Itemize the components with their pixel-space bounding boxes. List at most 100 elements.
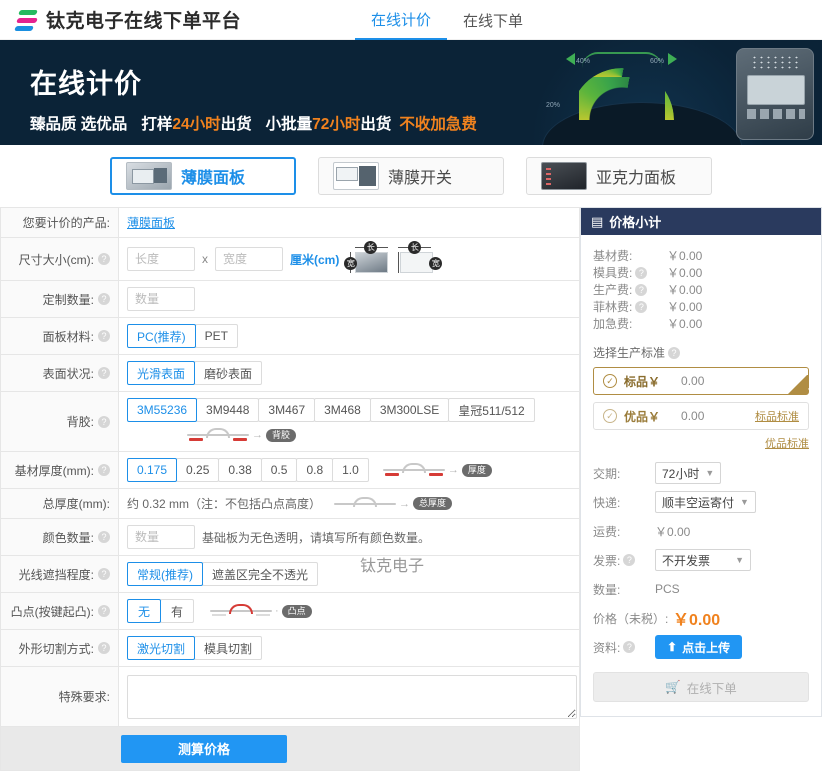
material-option-pet[interactable]: PET bbox=[194, 324, 239, 348]
label-cutting: 外形切割方式: ? bbox=[1, 630, 119, 666]
standard-option-standard[interactable]: ✓ 标品￥ 0.00 bbox=[593, 367, 809, 395]
lead-time-select[interactable]: 72小时 ▼ bbox=[655, 462, 722, 484]
help-icon-film-fee[interactable]: ? bbox=[635, 300, 648, 313]
fee-amount-mold: ￥0.00 bbox=[667, 266, 703, 280]
help-icon-color-count[interactable]: ? bbox=[98, 531, 110, 543]
product-link[interactable]: 薄膜面板 bbox=[127, 214, 175, 231]
special-requirements-textarea[interactable] bbox=[127, 674, 577, 719]
quantity-input[interactable] bbox=[127, 287, 195, 311]
premium-spec-link[interactable]: 优品标准 bbox=[765, 438, 809, 450]
label-upload: 资料: ? bbox=[593, 639, 655, 656]
check-circle-icon: ✓ bbox=[603, 409, 617, 423]
membrane-panel-icon bbox=[126, 162, 172, 190]
hero-banner: 40% 60% 20% 在线计价 臻品质 选优品 打样24小时出货 小批量72小时出… bbox=[0, 40, 822, 145]
diagram-arrow-icon: → bbox=[447, 464, 459, 476]
help-icon-size[interactable]: ? bbox=[98, 253, 110, 265]
banner-sub-batch-pre: 小批量 bbox=[265, 116, 313, 133]
thickness-option-0175[interactable]: 0.175 bbox=[127, 458, 178, 482]
help-icon-invoice[interactable]: ? bbox=[623, 554, 636, 566]
product-tab-acrylic-panel[interactable]: 亚克力面板 bbox=[526, 157, 712, 195]
logo-icon bbox=[13, 7, 40, 33]
standard-spec-link[interactable]: 标品标准 bbox=[755, 408, 799, 424]
adhesive-option-3m467[interactable]: 3M467 bbox=[258, 398, 316, 422]
standard-amount: 0.00 bbox=[681, 374, 705, 388]
adhesive-option-3m9448[interactable]: 3M9448 bbox=[196, 398, 260, 422]
product-tab-membrane-panel[interactable]: 薄膜面板 bbox=[110, 157, 296, 195]
help-icon-emboss[interactable]: ? bbox=[98, 605, 110, 617]
adhesive-option-3m468[interactable]: 3M468 bbox=[314, 398, 371, 422]
help-icon-adhesive[interactable]: ? bbox=[98, 415, 110, 428]
fee-label-rush: 加急费: bbox=[593, 317, 633, 331]
label-lead-time: 交期: bbox=[593, 466, 621, 481]
upload-button[interactable]: ⬆ 点击上传 bbox=[655, 635, 743, 659]
premium-spec-link-row: 优品标准 bbox=[593, 435, 809, 451]
fee-row-film: 菲林费: ? ￥0.00 bbox=[593, 298, 809, 315]
standard-amount: 0.00 bbox=[681, 409, 705, 423]
cutting-option-laser[interactable]: 激光切割 bbox=[127, 636, 196, 660]
chevron-down-icon: ▼ bbox=[705, 468, 715, 478]
material-options: PC(推荐) PET bbox=[127, 324, 239, 348]
label-total-thickness: 总厚度(mm): bbox=[1, 489, 119, 518]
nav-item-online-quote[interactable]: 在线计价 bbox=[355, 0, 448, 40]
banner-sub-24h: 24小时 bbox=[172, 116, 221, 133]
color-count-input[interactable] bbox=[127, 525, 195, 549]
length-input[interactable] bbox=[127, 247, 195, 271]
emboss-option-none[interactable]: 无 bbox=[127, 599, 161, 623]
option-row-quantity: 数量: PCS bbox=[593, 576, 809, 602]
help-icon-surface[interactable]: ? bbox=[98, 367, 110, 379]
help-icon-quantity[interactable]: ? bbox=[98, 293, 110, 305]
adhesive-option-3m55236[interactable]: 3M55236 bbox=[127, 398, 198, 422]
form-row-quantity: 定制数量: ? bbox=[1, 281, 579, 318]
adhesive-option-3m300lse[interactable]: 3M300LSE bbox=[369, 398, 450, 422]
help-icon-upload[interactable]: ? bbox=[623, 641, 636, 653]
thickness-option-10[interactable]: 1.0 bbox=[332, 458, 369, 482]
shipping-method-select[interactable]: 顺丰空运寄付 ▼ bbox=[655, 491, 756, 513]
label-base-thickness-text: 基材厚度(mm): bbox=[14, 463, 94, 478]
shipping-fee-value: ￥0.00 bbox=[655, 524, 691, 539]
help-icon-base-thickness[interactable]: ? bbox=[98, 464, 110, 476]
fee-row-material: 基材费: ￥0.00 bbox=[593, 247, 809, 264]
invoice-select[interactable]: 不开发票 ▼ bbox=[655, 549, 751, 571]
label-light-blocking-text: 光线遮挡程度: bbox=[18, 567, 94, 582]
standard-option-premium[interactable]: ✓ 优品￥ 0.00 标品标准 bbox=[593, 402, 809, 430]
light-option-normal[interactable]: 常规(推荐) bbox=[127, 562, 203, 586]
help-icon-light-blocking[interactable]: ? bbox=[98, 568, 110, 580]
size-unit-label: 厘米(cm) bbox=[290, 252, 340, 267]
fee-row-rush: 加急费: ￥0.00 bbox=[593, 315, 809, 332]
fee-amount-rush: ￥0.00 bbox=[667, 317, 703, 331]
dimension-diagram-switch: 长 宽 bbox=[396, 241, 443, 274]
production-standard-title: 选择生产标准 ? bbox=[593, 344, 809, 361]
width-input[interactable] bbox=[215, 247, 283, 271]
calculate-price-button[interactable]: 测算价格 bbox=[121, 734, 287, 763]
total-thickness-diagram: → 总厚度 bbox=[334, 496, 453, 512]
cutting-option-die[interactable]: 模具切割 bbox=[194, 636, 263, 660]
acrylic-panel-icon bbox=[541, 162, 587, 190]
help-icon-production-fee[interactable]: ? bbox=[635, 283, 648, 296]
price-summary-column: ▤ 价格小计 基材费: ￥0.00 模具费: ? ￥0.00 生产费: ? ￥0… bbox=[580, 207, 822, 771]
place-order-label: 在线下单 bbox=[686, 681, 737, 696]
product-tab-membrane-switch[interactable]: 薄膜开关 bbox=[318, 157, 504, 195]
adhesive-option-crown511[interactable]: 皇冠511/512 bbox=[448, 398, 535, 422]
label-material: 面板材料: ? bbox=[1, 318, 119, 354]
form-row-color-count: 颜色数量: ? 基础板为无色透明，请填写所有颜色数量。 bbox=[1, 519, 579, 556]
emboss-option-yes[interactable]: 有 bbox=[160, 599, 194, 623]
label-color-count-text: 颜色数量: bbox=[42, 530, 94, 545]
label-emboss-text: 凸点(按键起凸): bbox=[10, 604, 94, 619]
surface-option-glossy[interactable]: 光滑表面 bbox=[127, 361, 196, 385]
thickness-option-08[interactable]: 0.8 bbox=[296, 458, 334, 482]
help-icon-production-standard[interactable]: ? bbox=[668, 346, 681, 359]
nav-item-online-order[interactable]: 在线下单 bbox=[447, 0, 539, 40]
thickness-option-038[interactable]: 0.38 bbox=[218, 458, 262, 482]
label-product: 您要计价的产品: bbox=[1, 208, 119, 237]
thickness-option-025[interactable]: 0.25 bbox=[176, 458, 220, 482]
light-option-opaque[interactable]: 遮盖区完全不透光 bbox=[202, 562, 319, 586]
material-option-pc[interactable]: PC(推荐) bbox=[127, 324, 196, 348]
form-row-emboss: 凸点(按键起凸): ? 无 有 · 凸点 bbox=[1, 593, 579, 630]
thickness-option-05[interactable]: 0.5 bbox=[260, 458, 298, 482]
help-icon-mold-fee[interactable]: ? bbox=[635, 266, 648, 279]
thickness-diagram: → 厚度 bbox=[382, 462, 492, 478]
surface-option-matte[interactable]: 磨砂表面 bbox=[194, 361, 263, 385]
help-icon-material[interactable]: ? bbox=[98, 330, 110, 342]
help-icon-cutting[interactable]: ? bbox=[98, 642, 110, 654]
place-order-button[interactable]: 🛒 在线下单 bbox=[593, 672, 809, 702]
